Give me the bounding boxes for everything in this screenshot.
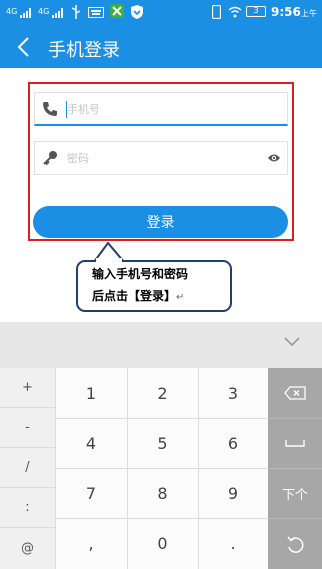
usb-icon [71, 5, 81, 19]
key-at[interactable]: @ [0, 527, 55, 569]
app-header: 手机登录 [0, 26, 322, 68]
key-2[interactable]: 2 [127, 368, 198, 418]
phone-icon [43, 102, 57, 116]
key-7[interactable]: 7 [55, 468, 127, 518]
key-comma[interactable]: , [55, 518, 127, 569]
signal-label-1: 4G [6, 7, 18, 16]
kb-divider [55, 418, 268, 419]
eye-icon[interactable] [267, 152, 281, 164]
wifi-icon [228, 6, 242, 18]
return-mark: ↵ [176, 292, 185, 303]
key-period[interactable]: . [198, 518, 268, 569]
key-colon[interactable]: : [0, 487, 55, 527]
backspace-key[interactable] [268, 368, 322, 418]
key-plus[interactable]: + [0, 368, 55, 407]
callout-line-2: 后点击【登录】 [92, 289, 177, 303]
status-bar: 4G 4G 3 9:56 上午 [0, 0, 322, 26]
signal-icon [20, 8, 31, 18]
key-minus[interactable]: - [0, 407, 55, 447]
signal-label-2: 4G [38, 7, 50, 16]
back-button[interactable] [12, 34, 38, 60]
status-ampm: 上午 [301, 9, 317, 18]
kb-divider [55, 518, 268, 519]
shield-icon [131, 5, 143, 19]
space-icon [285, 440, 305, 447]
keyboard-toolbar [0, 322, 322, 368]
kb-divider [55, 468, 268, 469]
next-key[interactable]: 下个 [268, 468, 322, 518]
callout-line-2-row: 后点击【登录】↵ [92, 285, 232, 309]
key-8[interactable]: 8 [127, 468, 198, 518]
undo-enter-icon [287, 536, 304, 553]
space-key[interactable] [268, 418, 322, 468]
phone-field[interactable] [34, 92, 288, 126]
signal-icon-2 [52, 8, 63, 18]
password-field[interactable] [34, 141, 288, 175]
kb-divider [0, 527, 55, 528]
key-1[interactable]: 1 [55, 368, 127, 418]
app-notify-icon [110, 4, 124, 18]
callout-line-1: 输入手机号和密码 [92, 267, 189, 281]
key-icon [43, 151, 57, 166]
battery-indicator: 3 [246, 6, 266, 17]
key-4[interactable]: 4 [55, 418, 127, 468]
back-chevron-icon [17, 37, 29, 57]
phone-input[interactable] [67, 99, 267, 119]
status-time: 9:56 [271, 5, 301, 19]
kb-divider [0, 447, 55, 448]
keyboard-notify-icon [88, 7, 104, 18]
callout-text: 输入手机号和密码 后点击【登录】↵ [92, 263, 232, 309]
key-slash[interactable]: / [0, 447, 55, 487]
key-5[interactable]: 5 [127, 418, 198, 468]
kb-divider [0, 487, 55, 488]
vibrate-icon [212, 5, 221, 19]
kb-divider [268, 468, 322, 469]
kb-divider [0, 407, 55, 408]
kb-divider [268, 518, 322, 519]
key-9[interactable]: 9 [198, 468, 268, 518]
key-0[interactable]: 0 [127, 518, 198, 569]
key-3[interactable]: 3 [198, 368, 268, 418]
backspace-icon [284, 386, 306, 400]
login-button[interactable]: 登录 [33, 206, 288, 238]
page-title: 手机登录 [48, 40, 120, 61]
kb-divider [268, 418, 322, 419]
enter-key[interactable] [268, 518, 322, 569]
key-6[interactable]: 6 [198, 418, 268, 468]
password-input[interactable] [67, 148, 267, 168]
chevron-down-icon[interactable] [283, 336, 301, 348]
